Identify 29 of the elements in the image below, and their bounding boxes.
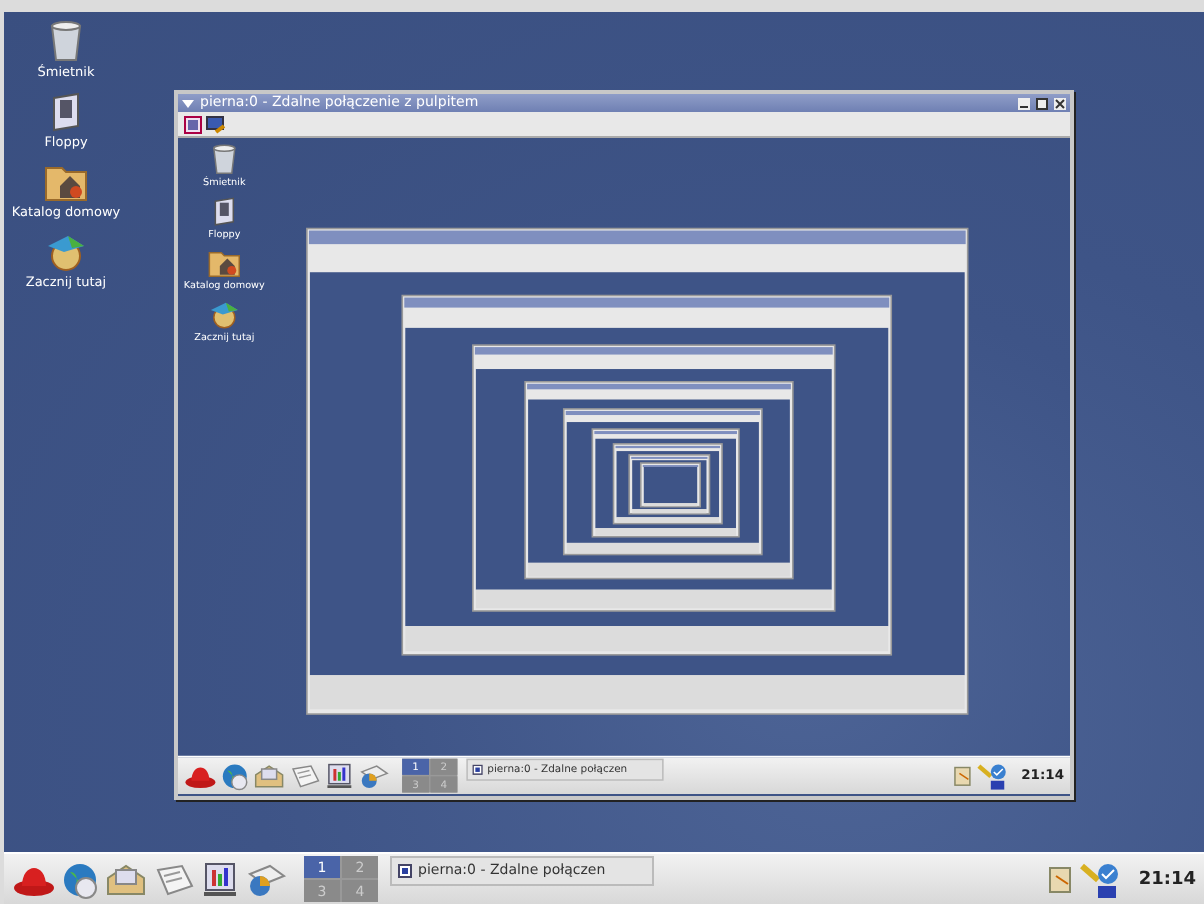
chevron-icon[interactable] <box>182 97 194 109</box>
fullscreen-icon[interactable] <box>184 115 202 133</box>
window-icon <box>472 763 483 775</box>
document-icon[interactable] <box>152 861 196 897</box>
document-icon[interactable] <box>288 762 322 789</box>
folder-icon <box>44 162 88 202</box>
chart-icon[interactable] <box>357 762 391 789</box>
clock[interactable]: 21:14 <box>1138 869 1196 889</box>
update-icon[interactable] <box>976 760 1010 791</box>
mail-icon[interactable] <box>252 762 286 789</box>
notes-icon[interactable] <box>952 763 974 788</box>
presentation-icon[interactable] <box>200 859 240 899</box>
floppy-icon <box>210 196 238 227</box>
notes-icon[interactable] <box>1046 863 1075 895</box>
trash-icon <box>45 18 86 62</box>
maximize-icon[interactable] <box>1036 97 1048 109</box>
floppy-icon <box>48 92 84 132</box>
presentation-icon[interactable] <box>324 760 355 791</box>
monitor-icon[interactable] <box>206 115 226 133</box>
folder-icon <box>207 248 241 278</box>
minimize-icon[interactable] <box>1018 97 1030 109</box>
trash-icon <box>209 142 240 175</box>
nested-window-drawing <box>639 462 701 508</box>
update-icon[interactable] <box>1078 859 1123 899</box>
mail-icon[interactable] <box>104 861 148 897</box>
window-icon <box>398 863 412 877</box>
close-icon[interactable] <box>1054 97 1066 109</box>
chart-icon[interactable] <box>244 861 288 897</box>
hat-icon[interactable] <box>184 762 217 789</box>
